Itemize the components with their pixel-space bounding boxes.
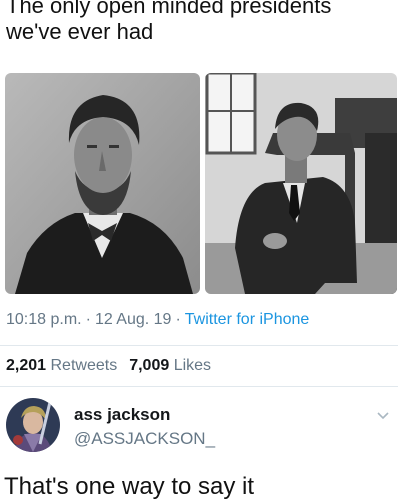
reply-avatar[interactable] (6, 398, 60, 452)
retweets-stat[interactable]: 2,201 Retweets (6, 357, 117, 374)
tweet-timestamp[interactable]: 10:18 p.m. · 12 Aug. 19 · Twitter for iPhone (6, 311, 309, 329)
tweet-source-link[interactable]: Twitter for iPhone (185, 311, 310, 328)
meta-separator: · (85, 311, 91, 328)
likes-label: Likes (173, 357, 212, 374)
reply-text: That's one way to say it (4, 473, 255, 500)
reply-display-name[interactable]: ass jackson (74, 405, 170, 425)
retweets-label: Retweets (50, 357, 118, 374)
avatar-image-icon (6, 398, 60, 452)
divider (0, 345, 398, 346)
meta-separator: · (175, 311, 181, 328)
divider (0, 386, 398, 387)
reply-handle[interactable]: @ASSJACKSON_ (74, 429, 215, 449)
tweet-photo-left[interactable] (5, 73, 200, 294)
likes-count: 7,009 (129, 357, 170, 374)
seated-portrait-photo-icon (205, 73, 397, 294)
likes-stat[interactable]: 7,009 Likes (129, 357, 211, 374)
tweet-text: The only open minded presidents we've ev… (6, 0, 332, 44)
portrait-photo-icon (5, 73, 200, 294)
tweet-date: 12 Aug. 19 (94, 311, 172, 328)
tweet-photo-right[interactable] (205, 73, 397, 294)
retweets-count: 2,201 (6, 357, 47, 374)
tweet-time: 10:18 p.m. (6, 311, 82, 328)
tweet-stats: 2,201 Retweets 7,009 Likes (6, 357, 223, 375)
chevron-down-icon[interactable] (376, 411, 390, 421)
